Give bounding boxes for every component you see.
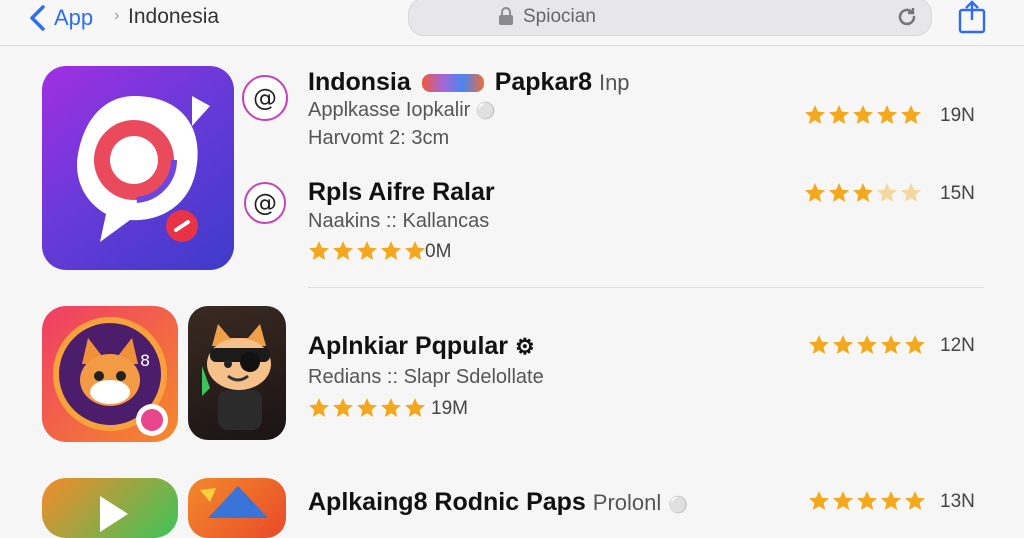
app-subtitle: Applkasse Iopkalir ⚪ xyxy=(308,99,496,122)
lock-icon xyxy=(499,7,513,25)
star-icon xyxy=(381,241,401,260)
at-icon: @ xyxy=(242,75,288,121)
app-icon-character[interactable] xyxy=(188,306,286,440)
at-icon: @ xyxy=(244,182,286,224)
star-icon xyxy=(309,241,329,260)
star-icon xyxy=(829,183,849,202)
app-icon-green[interactable] xyxy=(42,478,178,538)
svg-text:8: 8 xyxy=(140,351,150,370)
star-icon xyxy=(805,105,825,124)
check-circle-icon: ⚪ xyxy=(475,103,496,120)
check-circle-icon: ⚪ xyxy=(668,497,689,514)
reload-icon[interactable] xyxy=(895,5,919,29)
star-icon xyxy=(833,335,853,354)
star-icon xyxy=(357,398,377,417)
breadcrumb[interactable]: Indonesia xyxy=(128,5,219,29)
app-subtitle: Redians :: Slapr Sdelollate xyxy=(308,366,544,388)
star-icon xyxy=(881,335,901,354)
star-icon xyxy=(881,491,901,510)
app-icon-cat[interactable]: 8 xyxy=(42,306,178,442)
star-icon xyxy=(901,183,921,202)
star-icon xyxy=(829,105,849,124)
back-button[interactable]: App xyxy=(28,0,93,36)
rating-count: 13N xyxy=(940,491,975,512)
rating-count: 15N xyxy=(940,183,975,204)
star-icon xyxy=(853,105,873,124)
app-subtitle-text: Applkasse Iopkalir xyxy=(308,99,471,121)
search-text: Spiocian xyxy=(523,6,596,27)
star-icon xyxy=(357,241,377,260)
star-icon xyxy=(405,398,425,417)
rating-count: 0M xyxy=(425,241,452,262)
star-icon xyxy=(905,335,925,354)
star-icon xyxy=(857,335,877,354)
app-title-text: Aplnkiar Pqpular xyxy=(308,332,509,360)
app-icon-shark[interactable] xyxy=(188,478,286,538)
app-title-part: Indonsia xyxy=(308,68,411,96)
share-icon[interactable] xyxy=(956,0,988,34)
rating-stars xyxy=(804,104,924,126)
app-subtitle: Naakins :: Kallancas xyxy=(308,210,490,232)
star-icon xyxy=(381,398,401,417)
rating-count: 19M xyxy=(431,398,468,419)
star-icon xyxy=(853,183,873,202)
star-icon xyxy=(857,491,877,510)
divider xyxy=(308,287,984,288)
rating-stars xyxy=(808,334,928,356)
star-icon xyxy=(405,241,425,260)
back-label: App xyxy=(54,5,94,30)
star-icon xyxy=(333,398,353,417)
app-title[interactable]: Rpls Aifre Ralar xyxy=(308,178,495,207)
rating-count: 12N xyxy=(940,335,975,356)
star-icon xyxy=(805,183,825,202)
breadcrumb-separator: › xyxy=(114,7,120,24)
rating-stars xyxy=(804,182,924,204)
navigation-bar: App › Indonesia Spiocian xyxy=(0,0,1024,46)
star-icon xyxy=(333,241,353,260)
star-icon xyxy=(877,105,897,124)
rating-stars xyxy=(308,397,428,419)
chevron-left-icon xyxy=(30,5,45,31)
star-icon xyxy=(901,105,921,124)
shark-icon xyxy=(200,486,268,518)
rainbow-label-icon xyxy=(421,74,484,93)
app-meta: Harvomt 2: 3cm xyxy=(308,127,450,149)
rating-stars xyxy=(308,240,428,262)
character-icon xyxy=(202,324,271,430)
search-bar[interactable]: Spiocian xyxy=(408,0,932,36)
star-icon xyxy=(905,491,925,510)
star-icon xyxy=(809,491,829,510)
app-title[interactable]: Aplnkiar Pqpular ⚙ xyxy=(308,332,535,361)
star-icon xyxy=(877,183,897,202)
app-title-tail: Inp xyxy=(598,70,630,95)
app-icon-chat[interactable] xyxy=(42,66,234,270)
settings-circle-icon: ⚙ xyxy=(515,334,535,359)
app-title-tail: Prolonl xyxy=(592,490,662,515)
star-icon xyxy=(309,398,329,417)
rating-stars xyxy=(808,490,928,512)
star-icon xyxy=(809,335,829,354)
app-title[interactable]: Aplkaing8 Rodnic Paps Prolonl ⚪ xyxy=(308,488,688,517)
app-title-part: Papkar8 xyxy=(494,68,592,96)
cat-icon: 8 xyxy=(53,317,168,436)
chat-bubble-icon xyxy=(77,96,210,242)
rating-count: 19N xyxy=(940,105,975,126)
play-icon xyxy=(100,496,128,532)
star-icon xyxy=(833,491,853,510)
app-title[interactable]: Indonsia Papkar8 Inp xyxy=(308,68,630,97)
